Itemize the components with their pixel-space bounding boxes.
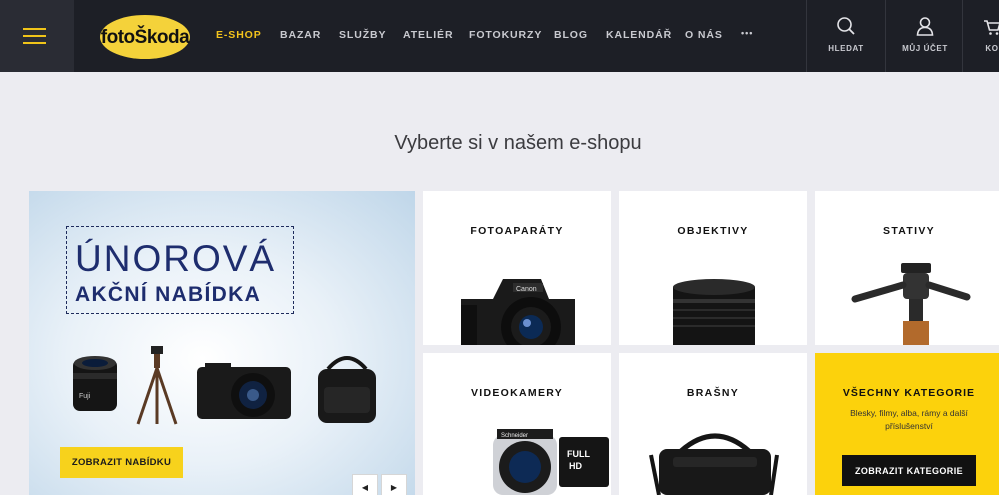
svg-text:Canon: Canon	[516, 286, 537, 293]
search-label: HLEDAT	[828, 44, 864, 53]
category-tile-all[interactable]: VŠECHNY KATEGORIE Blesky, filmy, alba, r…	[815, 353, 999, 495]
cart-label: KO	[985, 44, 999, 53]
lens-image	[673, 279, 755, 345]
camera-bag-image	[649, 433, 779, 495]
svg-text:Schneider: Schneider	[501, 433, 528, 439]
category-tile-fotoaparaty[interactable]: FOTOAPARÁTY Canon	[423, 191, 611, 345]
hamburger-icon-line	[23, 42, 46, 44]
cart-icon	[984, 20, 999, 35]
category-label: VIDEOKAMERY	[470, 387, 564, 399]
category-tile-objektivy[interactable]: OBJEKTIVY	[619, 191, 807, 345]
nav-item-eshop[interactable]: E-SHOP	[216, 29, 262, 41]
cart-button[interactable]: KO	[962, 0, 999, 72]
dslr-camera-image: Canon	[461, 279, 575, 345]
camcorder-image: Schneider FULL HD	[493, 429, 609, 495]
svg-text:FULL: FULL	[567, 449, 590, 459]
category-tile-videokamery[interactable]: VIDEOKAMERY Schneider FULL HD	[423, 353, 611, 495]
nav-item-atelier[interactable]: ATELIÉR	[403, 29, 453, 41]
show-categories-button[interactable]: ZOBRAZIT KATEGORIE	[842, 455, 976, 486]
hamburger-menu-button[interactable]	[0, 0, 74, 72]
lens-image: Fuji	[73, 356, 117, 411]
search-icon	[837, 17, 855, 35]
svg-text:Fuji: Fuji	[79, 393, 91, 400]
promo-title: ÚNOROVÁ	[75, 238, 277, 279]
nav-item-blog[interactable]: BLOG	[554, 29, 588, 41]
category-tile-stativy[interactable]: STATIVY	[815, 191, 999, 345]
nav-item-kalendar[interactable]: KALENDÁŘ	[606, 29, 672, 41]
all-categories-title: VŠECHNY KATEGORIE	[842, 387, 976, 399]
site-logo[interactable]: fotoŠkoda	[100, 15, 190, 59]
carousel-next-button[interactable]: ▶	[381, 474, 407, 495]
category-tile-brasny[interactable]: BRAŠNY	[619, 353, 807, 495]
camera-bag-image	[318, 356, 376, 423]
nav-item-fotokurzy[interactable]: FOTOKURZY	[469, 29, 542, 41]
promo-banner[interactable]: ÚNOROVÁ AKČNÍ NABÍDKA Fuji ZOBRAZIT NABÍ…	[29, 191, 415, 495]
mirrorless-camera-image	[197, 363, 291, 419]
promo-subtitle: AKČNÍ NABÍDKA	[75, 283, 262, 306]
hamburger-icon-line	[23, 35, 46, 37]
show-offer-button[interactable]: ZOBRAZIT NABÍDKU	[60, 447, 183, 478]
category-label: STATIVY	[883, 225, 935, 237]
logo-text: fotoŠkoda	[100, 26, 190, 48]
all-categories-description: Blesky, filmy, alba, rámy a další příslu…	[850, 408, 968, 431]
nav-item-bazar[interactable]: BAZAR	[280, 29, 321, 41]
category-label: OBJEKTIVY	[677, 225, 749, 237]
nav-item-o-nas[interactable]: O NÁS	[685, 29, 723, 41]
carousel-prev-button[interactable]: ◀	[352, 474, 378, 495]
account-button[interactable]: MŮJ ÚČET	[885, 0, 965, 72]
tripod-image	[136, 346, 178, 425]
account-label: MŮJ ÚČET	[902, 44, 948, 53]
section-title: Vyberte si v našem e-shopu	[394, 132, 642, 154]
arrow-right-icon: ▶	[390, 482, 398, 492]
arrow-left-icon: ◀	[361, 482, 369, 492]
hamburger-icon	[23, 28, 46, 30]
nav-more-icon[interactable]: •••	[741, 28, 753, 38]
search-button[interactable]: HLEDAT	[806, 0, 886, 72]
user-icon	[916, 17, 934, 36]
svg-text:HD: HD	[569, 461, 582, 471]
top-header: fotoŠkoda E-SHOP BAZAR SLUŽBY ATELIÉR FO…	[0, 0, 999, 72]
tripod-head-image	[851, 263, 971, 345]
category-label: BRAŠNY	[686, 387, 740, 399]
category-label: FOTOAPARÁTY	[470, 225, 564, 237]
nav-item-sluzby[interactable]: SLUŽBY	[339, 29, 386, 41]
